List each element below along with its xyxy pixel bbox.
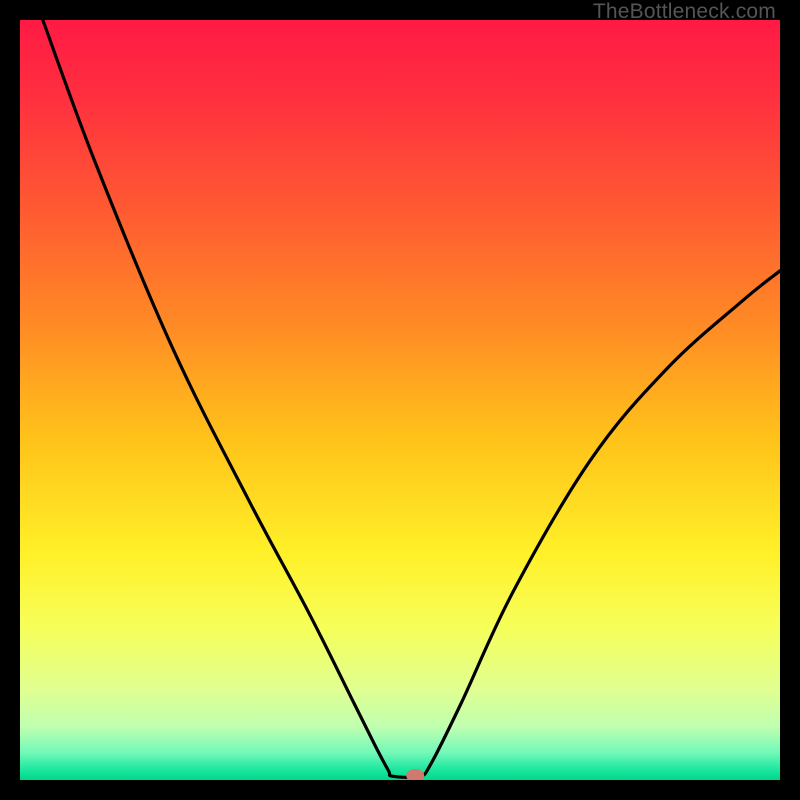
watermark-text: TheBottleneck.com: [593, 0, 776, 24]
plot-background: [20, 20, 780, 780]
chart-frame: [20, 20, 780, 780]
bottleneck-chart: [20, 20, 780, 780]
